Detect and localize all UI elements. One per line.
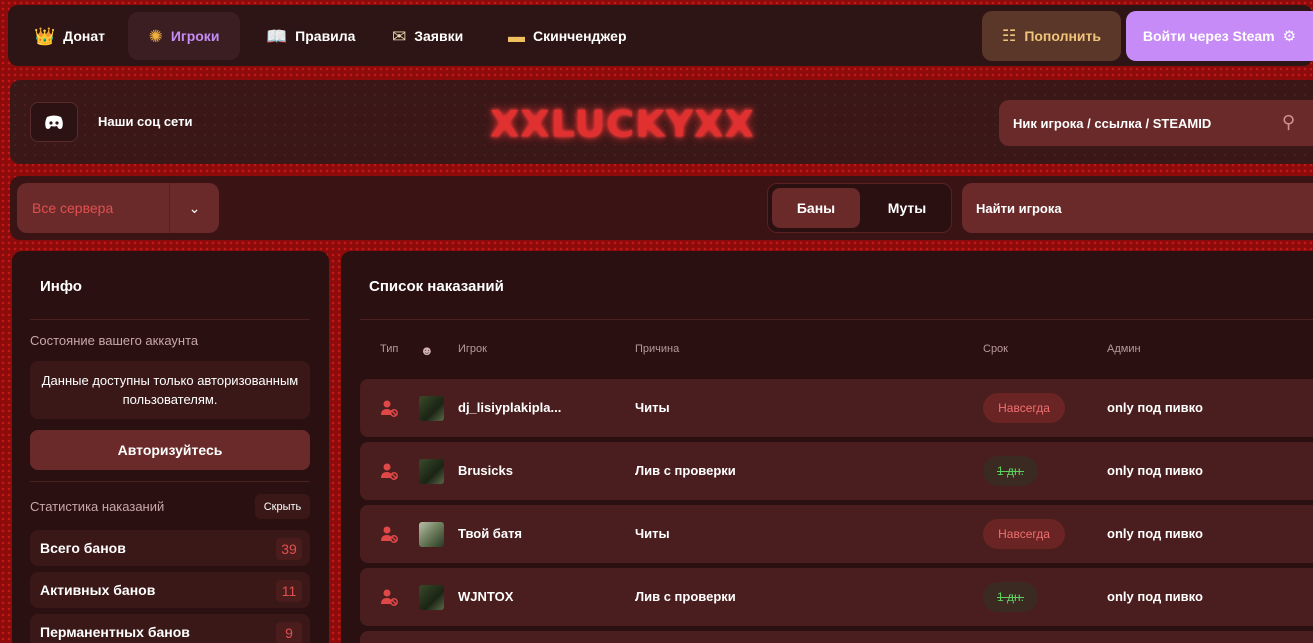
discord-button[interactable]: [30, 102, 78, 142]
social-label: Наши соц сети: [98, 114, 193, 129]
nav-label: Правила: [295, 28, 356, 44]
stat-label: Активных банов: [40, 582, 156, 598]
user-ban-icon: [381, 589, 398, 606]
server-select-value: Все сервера: [32, 200, 114, 216]
nav-item-rules[interactable]: 📖 Правила: [254, 12, 367, 60]
laurel-icon: ✺: [148, 26, 163, 46]
server-select[interactable]: Все сервера ⌄: [17, 183, 219, 233]
wallet-icon: ☷: [1001, 28, 1017, 45]
col-admin: Админ: [1107, 343, 1141, 355]
site-logo[interactable]: XXLUCKYXX: [490, 103, 755, 145]
table-row[interactable]: dj_lisiyplakipla... Читы Навсегда only п…: [360, 379, 1313, 437]
player-name[interactable]: Твой батя: [458, 526, 522, 541]
stat-permanent-bans: Перманентных банов 9: [30, 614, 310, 643]
topup-button[interactable]: ☷ Пополнить: [982, 11, 1121, 61]
nav-item-applications[interactable]: ✉ Заявки: [380, 12, 475, 60]
table-row[interactable]: Brusicks Лив с проверки 1 дн. only под п…: [360, 442, 1313, 500]
status-badge: Навсегда: [983, 393, 1065, 423]
nav-item-players[interactable]: ✺ Игроки: [128, 12, 240, 60]
steam-login-button[interactable]: Войти через Steam ⚙: [1126, 11, 1313, 61]
find-player-input[interactable]: Найти игрока: [962, 183, 1313, 233]
avatar: [419, 459, 444, 484]
tab-bans[interactable]: Баны: [772, 188, 860, 228]
crown-icon: 👑: [34, 26, 56, 46]
avatar: [419, 396, 444, 421]
account-message: Данные доступны только авторизованным по…: [30, 361, 310, 419]
nav-label: Заявки: [414, 28, 464, 44]
header-bar: Наши соц сети XXLUCKYXX Ник игрока / ссы…: [10, 80, 1313, 164]
stats-label: Статистика наказаний: [30, 499, 165, 514]
info-panel: Инфо Состояние вашего аккаунта Данные до…: [12, 251, 329, 643]
admin-name: only под пивко: [1107, 526, 1203, 541]
status-badge: 1 дн.: [983, 456, 1038, 486]
avatar-column-icon: ☻: [420, 343, 434, 358]
col-player: Игрок: [458, 343, 487, 355]
list-title: Список наказаний: [369, 278, 504, 295]
player-name[interactable]: WJNTOX: [458, 589, 513, 604]
nav-label: Скинченджер: [533, 28, 627, 44]
book-icon: 📖: [266, 26, 288, 46]
player-search-input[interactable]: Ник игрока / ссылка / STEAMID ⚲: [999, 100, 1313, 146]
steam-icon: ⚙: [1282, 28, 1297, 45]
divider: [360, 319, 1313, 320]
search-placeholder: Ник игрока / ссылка / STEAMID: [1013, 115, 1212, 131]
punishment-type-toggle: Баны Муты: [767, 183, 952, 233]
stat-value: 9: [276, 622, 302, 643]
hide-stats-button[interactable]: Скрыть: [255, 494, 310, 519]
player-name[interactable]: Brusicks: [458, 463, 513, 478]
user-ban-icon: [381, 463, 398, 480]
avatar: [419, 585, 444, 610]
table-row[interactable]: Твой батя Читы Навсегда only под пивко: [360, 505, 1313, 563]
avatar: [419, 522, 444, 547]
authorize-button[interactable]: Авторизуйтесь: [30, 430, 310, 470]
topup-label: Пополнить: [1024, 28, 1102, 44]
stat-value: 11: [276, 580, 302, 602]
search-icon[interactable]: ⚲: [1282, 112, 1295, 133]
steam-login-label: Войти через Steam: [1142, 28, 1275, 44]
stat-value: 39: [276, 538, 302, 560]
reason: Читы: [635, 526, 670, 541]
account-state-label: Состояние вашего аккаунта: [30, 333, 199, 348]
table-row[interactable]: [360, 631, 1313, 643]
nav-label: Донат: [63, 28, 105, 44]
nav-label: Игроки: [170, 28, 220, 44]
col-term: Срок: [983, 343, 1008, 355]
admin-name: only под пивко: [1107, 400, 1203, 415]
stat-active-bans: Активных банов 11: [30, 572, 310, 608]
info-title: Инфо: [40, 278, 82, 295]
discord-icon: [45, 115, 63, 129]
find-player-placeholder: Найти игрока: [976, 200, 1062, 216]
chevron-down-icon[interactable]: ⌄: [169, 183, 219, 233]
col-type: Тип: [380, 343, 399, 355]
punishment-list-panel: Список наказаний Тип ☻ Игрок Причина Сро…: [341, 251, 1313, 643]
filter-row: Все сервера ⌄ Баны Муты Найти игрока: [10, 176, 1313, 240]
reason: Лив с проверки: [635, 463, 736, 478]
divider: [30, 481, 310, 482]
stat-label: Перманентных банов: [40, 624, 190, 640]
nav-item-donate[interactable]: 👑 Донат: [22, 12, 117, 60]
divider: [30, 319, 310, 320]
table-row[interactable]: WJNTOX Лив с проверки 1 дн. only под пив…: [360, 568, 1313, 626]
admin-name: only под пивко: [1107, 463, 1203, 478]
col-reason: Причина: [635, 343, 680, 355]
status-badge: Навсегда: [983, 519, 1065, 549]
user-ban-icon: [381, 400, 398, 417]
status-badge: 1 дн.: [983, 582, 1038, 612]
pistol-icon: ▬: [508, 26, 525, 46]
stat-total-bans: Всего банов 39: [30, 530, 310, 566]
admin-name: only под пивко: [1107, 589, 1203, 604]
user-ban-icon: [381, 526, 398, 543]
nav-item-skinchanger[interactable]: ▬ Скинченджер: [496, 12, 639, 60]
reason: Лив с проверки: [635, 589, 736, 604]
reason: Читы: [635, 400, 670, 415]
stat-label: Всего банов: [40, 540, 126, 556]
envelope-icon: ✉: [392, 26, 407, 46]
player-name[interactable]: dj_lisiyplakipla...: [458, 400, 561, 415]
tab-mutes[interactable]: Муты: [864, 188, 950, 228]
